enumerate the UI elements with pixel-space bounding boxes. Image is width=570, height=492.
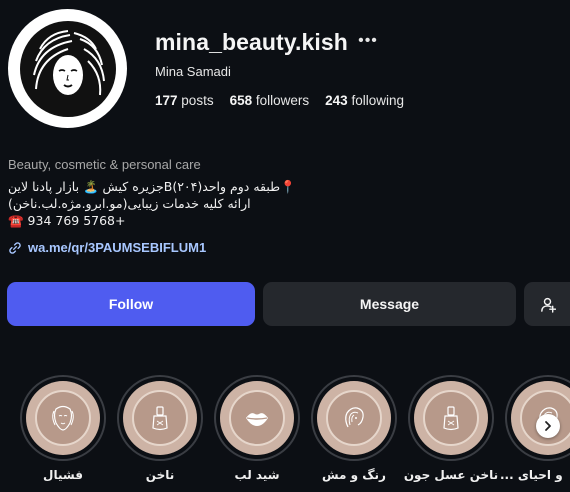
- bio-line-phone: ☎️ 934 769 5768+: [8, 213, 126, 228]
- link-icon: [9, 241, 21, 254]
- bio-line-address: 📍طبقه دوم واحد(۲۰۴)Bجزیره کیش 🏝️ بازار پ…: [8, 179, 296, 194]
- profile-bio: 📍طبقه دوم واحد(۲۰۴)Bجزیره کیش 🏝️ بازار پ…: [8, 178, 323, 229]
- message-button[interactable]: Message: [263, 282, 516, 326]
- posts-stat: 177 posts: [155, 93, 214, 108]
- highlight-label: ناخن: [145, 468, 175, 482]
- posts-label: posts: [181, 93, 214, 108]
- highlight-nails-asal[interactable]: [408, 375, 494, 461]
- followers-count: 658: [229, 93, 253, 108]
- followers-stat[interactable]: 658 followers: [230, 93, 310, 108]
- hair-icon: [345, 407, 364, 428]
- highlight-lip-shade[interactable]: [214, 375, 300, 461]
- chevron-right-icon: [545, 421, 551, 431]
- highlight-nails[interactable]: [117, 375, 203, 461]
- profile-stats: 177 posts 658 followers 243 following: [155, 93, 404, 108]
- highlight-label: رنگ و مش: [322, 468, 386, 482]
- profile-category: Beauty, cosmetic & personal care: [8, 157, 201, 172]
- following-stat[interactable]: 243 following: [325, 93, 404, 108]
- profile-full-name: Mina Samadi: [155, 64, 231, 79]
- nail-polish-icon: [443, 406, 459, 431]
- highlight-facial[interactable]: [20, 375, 106, 461]
- followers-label: followers: [255, 93, 310, 108]
- face-icon: [52, 405, 74, 431]
- profile-username: mina_beauty.kish: [155, 29, 348, 55]
- follow-button[interactable]: Follow: [7, 282, 255, 326]
- suggested-users-button[interactable]: [524, 282, 570, 326]
- profile-link-text: wa.me/qr/3PAUMSEBIFLUM1: [28, 240, 207, 255]
- highlight-hair-color[interactable]: [311, 375, 397, 461]
- ellipsis-icon[interactable]: •••: [357, 30, 379, 52]
- highlight-label: ... و احیای: [500, 468, 563, 482]
- following-label: following: [351, 93, 404, 108]
- following-count: 243: [325, 93, 348, 108]
- highlight-label: فشیال: [43, 468, 83, 482]
- person-plus-icon: [540, 297, 556, 313]
- profile-link[interactable]: wa.me/qr/3PAUMSEBIFLUM1: [8, 240, 206, 255]
- woman-face-logo-icon: [19, 20, 116, 117]
- posts-count: 177: [155, 93, 178, 108]
- highlights-next-button[interactable]: [536, 414, 560, 438]
- highlight-label: شید لب: [234, 468, 280, 482]
- nail-polish-icon: [152, 406, 168, 431]
- bio-line-services: ارائه کلیه خدمات زیبایی(مو.ابرو.مژه.لب.ن…: [8, 196, 251, 211]
- lips-icon: [246, 413, 268, 426]
- profile-avatar[interactable]: [8, 9, 127, 128]
- highlight-label: ناخن عسل جون: [403, 468, 499, 482]
